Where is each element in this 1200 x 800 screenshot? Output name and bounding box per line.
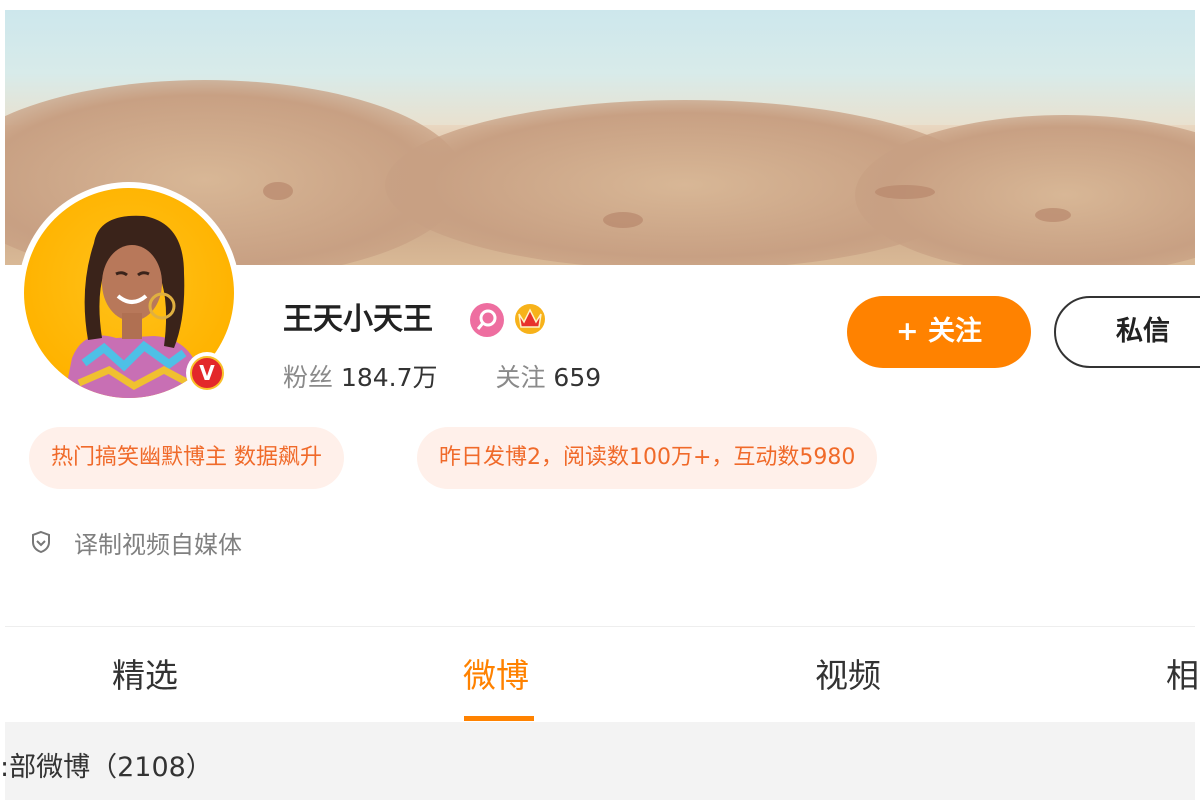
follow-button[interactable]: + 关注: [847, 296, 1031, 368]
verification-info: 译制视频自媒体: [30, 527, 242, 564]
verified-mark: V: [190, 356, 224, 390]
tab-weibo[interactable]: 微博: [463, 651, 529, 701]
verified-badge-icon: V: [186, 352, 228, 394]
tab-video[interactable]: 视频: [815, 651, 881, 701]
shield-icon: [30, 528, 52, 564]
verification-text: 译制视频自媒体: [74, 531, 242, 559]
cover-pebble: [263, 182, 293, 200]
feed-title[interactable]: :部微博（2108）: [0, 748, 213, 788]
tab-featured[interactable]: 精选: [112, 651, 178, 701]
message-button[interactable]: 私信: [1054, 296, 1200, 368]
cover-pebble: [1035, 208, 1071, 222]
active-tab-indicator: [464, 716, 534, 721]
cover-pebble: [875, 185, 935, 199]
stats-tag[interactable]: 昨日发博2，阅读数100万+，互动数5980: [417, 427, 878, 489]
profile-stats: 粉丝 184.7万 关注 659: [283, 358, 601, 398]
cover-pebble: [603, 212, 643, 228]
following-count[interactable]: 659: [553, 363, 601, 392]
tab-album[interactable]: 相: [1166, 651, 1199, 701]
followers-count[interactable]: 184.7万: [341, 363, 438, 392]
female-member-icon[interactable]: [470, 303, 504, 337]
followers-label: 粉丝: [283, 363, 334, 392]
following-label: 关注: [495, 363, 546, 392]
profile-name: 王天小天王: [283, 302, 433, 337]
crown-vip-icon[interactable]: [512, 300, 548, 336]
hot-tag[interactable]: 热门搞笑幽默博主 数据飙升: [29, 427, 344, 489]
divider: [5, 626, 1195, 627]
